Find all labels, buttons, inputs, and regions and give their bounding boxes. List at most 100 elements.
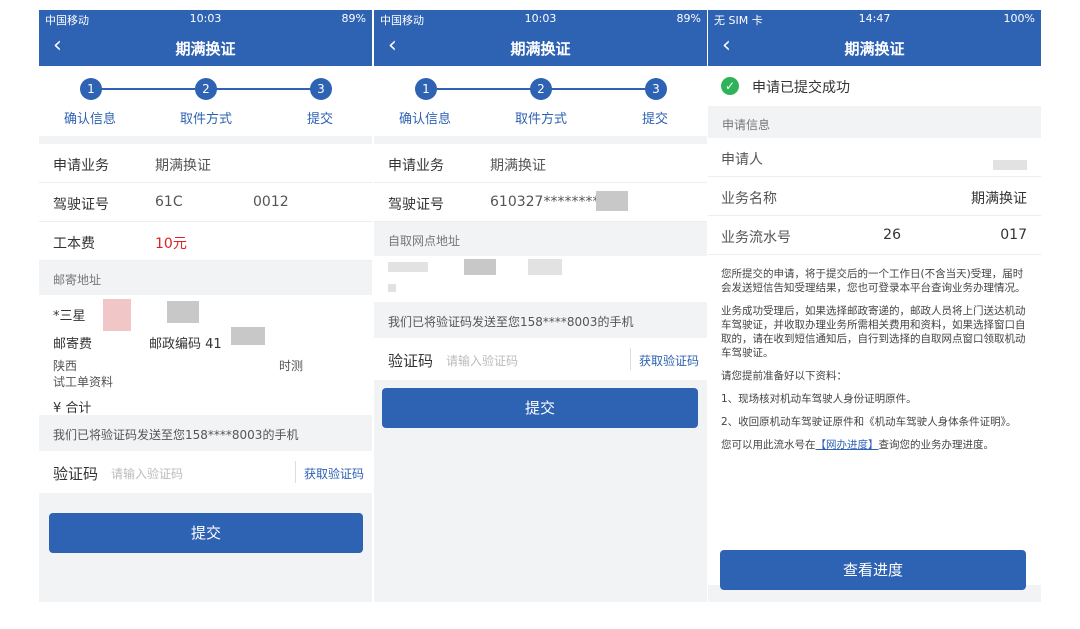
check-circle-icon: ✓	[721, 77, 739, 95]
redaction	[167, 301, 199, 323]
submit-button[interactable]: 提交	[382, 388, 698, 428]
total-label: ¥ 合计	[53, 401, 92, 416]
view-progress-button[interactable]: 查看进度	[720, 550, 1026, 590]
page-title: 期满换证	[844, 40, 905, 58]
success-banner: ✓ 申请已提交成功	[708, 66, 1041, 106]
nav-bar: ‹ 期满换证	[39, 28, 372, 66]
row-value: 期满换证	[490, 158, 546, 174]
recipient-name: *三星	[53, 309, 86, 324]
row-applicant: 申请人	[708, 138, 1041, 177]
battery-level: 89%	[676, 12, 701, 25]
step-1-label: 确认信息	[64, 112, 117, 127]
address-line-tail: 时测	[279, 359, 304, 373]
instruction-paragraph: 业务成功受理后，如果选择邮政寄递的，邮政人员将上门送达机动车驾驶证，并收取办理业…	[721, 305, 1026, 359]
success-text: 申请已提交成功	[752, 80, 850, 96]
address-line: 陕西	[53, 359, 78, 373]
phone-panel-success: 无 SIM 卡 14:47 100% ‹ 期满换证 ✓ 申请已提交成功 申请信息…	[708, 10, 1041, 602]
status-bar: 无 SIM 卡 14:47 100%	[708, 10, 1041, 28]
row-license: 驾驶证号 61C 0012	[39, 183, 372, 222]
text: 查询您的业务办理进度。	[878, 439, 995, 451]
instruction-paragraph: 您可以用此流水号在【网办进度】查询您的业务办理进度。	[721, 438, 1028, 452]
text: 您可以用此流水号在	[721, 439, 816, 451]
step-3-icon: 3	[310, 78, 332, 100]
row-label: 申请人	[721, 152, 763, 168]
row-value-tail: 0012	[253, 194, 289, 210]
row-business: 申请业务 期满换证	[374, 144, 707, 183]
progress-link[interactable]: 【网办进度】	[816, 439, 879, 451]
step-1-icon: 1	[415, 78, 437, 100]
row-value: 期满换证	[155, 158, 211, 174]
step-3-label: 提交	[307, 112, 334, 127]
redaction	[103, 299, 131, 331]
row-label: 申请业务	[388, 158, 444, 174]
serial-value: 26	[883, 227, 901, 243]
battery-level: 89%	[341, 12, 366, 25]
row-label: 驾驶证号	[388, 197, 444, 213]
screenshot-collage: 中国移动 10:03 89% ‹ 期满换证 1 2 3 确认信息 取件方式 提交…	[0, 0, 1080, 629]
fee-value: 10元	[155, 236, 187, 252]
step-1-icon: 1	[80, 78, 102, 100]
mail-address-block[interactable]: *三星 邮寄费 邮政编码 41 陕西 时测 试工单资料 ¥ 合计	[39, 295, 372, 416]
row-license: 驾驶证号 610327********	[374, 183, 707, 222]
vcode-input[interactable]: 请输入验证码	[446, 352, 518, 369]
step-2-icon: 2	[530, 78, 552, 100]
redaction	[464, 259, 496, 275]
redaction	[388, 284, 396, 292]
section-header-info: 申请信息	[722, 118, 771, 132]
row-label: 申请业务	[53, 158, 109, 174]
sms-note: 我们已将验证码发送至您158****8003的手机	[388, 315, 634, 329]
step-2-icon: 2	[195, 78, 217, 100]
row-value: 期满换证	[971, 191, 1027, 207]
phone-panel-confirm: 中国移动 10:03 89% ‹ 期满换证 1 2 3 确认信息 取件方式 提交…	[39, 10, 372, 602]
redaction	[596, 191, 628, 211]
row-value: 610327********	[490, 194, 600, 210]
status-bar: 中国移动 10:03 89%	[39, 10, 372, 28]
submit-button[interactable]: 提交	[49, 513, 363, 553]
pickup-address-block[interactable]	[374, 256, 707, 302]
sms-note: 我们已将验证码发送至您158****8003的手机	[53, 428, 299, 442]
redaction	[231, 327, 265, 345]
row-business-name: 业务名称 期满换证	[708, 177, 1041, 216]
row-label: 业务名称	[721, 191, 777, 207]
step-3-icon: 3	[645, 78, 667, 100]
row-serial: 业务流水号 26 017	[708, 216, 1041, 255]
redaction	[388, 262, 428, 272]
row-label: 工本费	[53, 236, 95, 252]
battery-level: 100%	[1003, 12, 1035, 25]
row-fee: 工本费 10元	[39, 222, 372, 261]
clock: 10:03	[189, 12, 222, 25]
instruction-paragraph: 1、现场核对机动车驾驶人身份证明原件。	[721, 393, 917, 405]
row-label: 驾驶证号	[53, 197, 109, 213]
row-business: 申请业务 期满换证	[39, 144, 372, 183]
vcode-label: 验证码	[388, 352, 434, 370]
instruction-paragraph: 您所提交的申请，将于提交后的一个工作日(不含当天)受理，届时会发送短信告知受理结…	[721, 268, 1026, 294]
step-2-label: 取件方式	[515, 112, 568, 127]
row-value: 61C	[155, 194, 183, 210]
section-header-pickup: 自取网点地址	[374, 222, 707, 256]
get-code-button[interactable]: 获取验证码	[639, 352, 699, 369]
page-title: 期满换证	[175, 40, 236, 58]
nav-bar: ‹ 期满换证	[708, 28, 1041, 66]
redaction	[993, 160, 1027, 170]
serial-value-tail: 017	[1000, 227, 1027, 243]
instructions: 您所提交的申请，将于提交后的一个工作日(不含当天)受理，届时会发送短信告知受理结…	[708, 255, 1041, 585]
progress-steps: 1 2 3 确认信息 取件方式 提交	[374, 66, 707, 136]
row-label: 业务流水号	[721, 230, 791, 246]
step-2-label: 取件方式	[180, 112, 233, 127]
progress-steps: 1 2 3 确认信息 取件方式 提交	[39, 66, 372, 136]
status-bar: 中国移动 10:03 89%	[374, 10, 707, 28]
address-line: 试工单资料	[53, 375, 114, 389]
redaction	[528, 259, 562, 275]
divider	[295, 461, 296, 483]
divider	[630, 348, 631, 370]
step-3-label: 提交	[642, 112, 669, 127]
vcode-label: 验证码	[53, 465, 99, 483]
step-1-label: 确认信息	[399, 112, 452, 127]
page-title: 期满换证	[510, 40, 571, 58]
verification-row: 验证码 请输入验证码 获取验证码	[374, 338, 707, 380]
get-code-button[interactable]: 获取验证码	[304, 465, 364, 482]
vcode-input[interactable]: 请输入验证码	[111, 465, 183, 482]
instruction-paragraph: 请您提前准备好以下资料：	[721, 370, 847, 382]
nav-bar: ‹ 期满换证	[374, 28, 707, 66]
phone-panel-pickup: 中国移动 10:03 89% ‹ 期满换证 1 2 3 确认信息 取件方式 提交…	[374, 10, 707, 602]
